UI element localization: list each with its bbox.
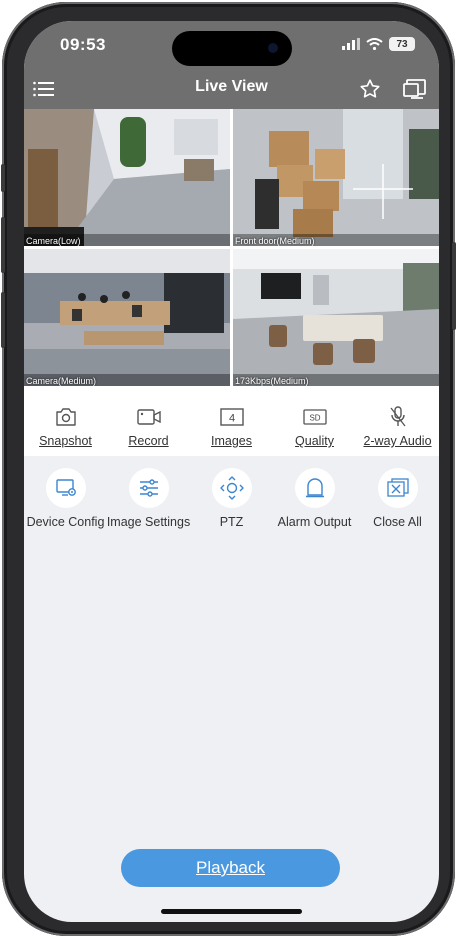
alarm-output-label: Alarm Output (277, 515, 352, 529)
snapshot-label: Snapshot (39, 434, 92, 448)
nav-bar: Live View (24, 69, 439, 109)
star-icon[interactable] (356, 75, 384, 103)
device-config-button[interactable]: Device Config (24, 468, 107, 538)
ptz-label: PTZ (219, 515, 244, 529)
home-indicator[interactable] (161, 909, 302, 914)
camera-label: Front door(Medium) (235, 236, 315, 246)
images-label: Images (211, 434, 252, 448)
app-screen: 09:53 73 Live View Camera(Low) Front doo… (24, 21, 439, 922)
image-settings-button[interactable]: Image Settings (107, 468, 190, 538)
camera-grid: Camera(Low) Front door(Medium) Camera(Me… (24, 109, 439, 386)
add-screen-icon[interactable] (401, 75, 429, 103)
camera-feed (24, 109, 230, 246)
images-button[interactable]: 4 Images (190, 386, 273, 456)
images-badge: 4 (228, 413, 234, 425)
playback-button[interactable]: Playback (121, 849, 340, 887)
device-config-label: Device Config (26, 515, 105, 529)
video-record-icon (136, 409, 161, 425)
camera-label: 173Kbps(Medium) (235, 376, 309, 386)
volume-down-button (1, 292, 5, 348)
battery-indicator: 73 (389, 37, 415, 51)
phone-frame: 09:53 73 Live View Camera(Low) Front doo… (1, 2, 456, 936)
alarm-icon (305, 478, 324, 498)
two-way-audio-button[interactable]: 2-way Audio (356, 386, 439, 456)
camera-tile[interactable]: Front door(Medium) (233, 109, 439, 246)
record-button[interactable]: Record (107, 386, 190, 456)
grid-count-icon: 4 (219, 408, 244, 426)
quality-badge: SD (309, 414, 320, 423)
ptz-button[interactable]: PTZ (190, 468, 273, 538)
power-button (452, 242, 456, 330)
camera-label: Camera(Medium) (26, 376, 97, 386)
image-settings-label: Image Settings (106, 515, 191, 529)
snapshot-button[interactable]: Snapshot (24, 386, 107, 456)
close-all-label: Close All (373, 515, 422, 529)
wifi-icon (366, 38, 383, 50)
camera-feed (233, 109, 439, 246)
sliders-icon (139, 479, 158, 497)
camera-tile[interactable]: Camera(Low) (24, 109, 230, 246)
close-all-button[interactable]: Close All (356, 468, 439, 538)
microphone-icon (389, 406, 406, 427)
ptz-arrows-icon (219, 476, 244, 500)
dynamic-island (172, 31, 292, 66)
front-camera (268, 43, 278, 53)
status-time: 09:53 (60, 35, 106, 54)
cellular-signal-icon (342, 38, 360, 50)
quality-label: Quality (295, 434, 334, 448)
camera-tile[interactable]: 173Kbps(Medium) (233, 249, 439, 386)
device-config-icon (55, 479, 76, 496)
camera-icon (55, 408, 76, 426)
function-toolbar: Device Config Image Settings PTZ Alarm O… (24, 468, 439, 538)
camera-tile[interactable]: Camera(Medium) (24, 249, 230, 386)
close-all-icon (386, 478, 409, 497)
live-toolbar: Snapshot Record 4 Images SD Quality 2-wa… (24, 386, 439, 456)
camera-label: Camera(Low) (26, 236, 81, 246)
status-icons: 73 (342, 37, 415, 51)
camera-feed (233, 249, 439, 386)
alarm-output-button[interactable]: Alarm Output (273, 468, 356, 538)
two-way-audio-label: 2-way Audio (363, 434, 432, 448)
status-bar: 09:53 73 (24, 21, 439, 69)
record-label: Record (128, 434, 169, 448)
camera-feed (24, 249, 230, 386)
quality-button[interactable]: SD Quality (273, 386, 356, 456)
volume-up-button (1, 217, 5, 273)
sd-quality-icon: SD (302, 409, 327, 425)
silent-switch (1, 164, 5, 192)
